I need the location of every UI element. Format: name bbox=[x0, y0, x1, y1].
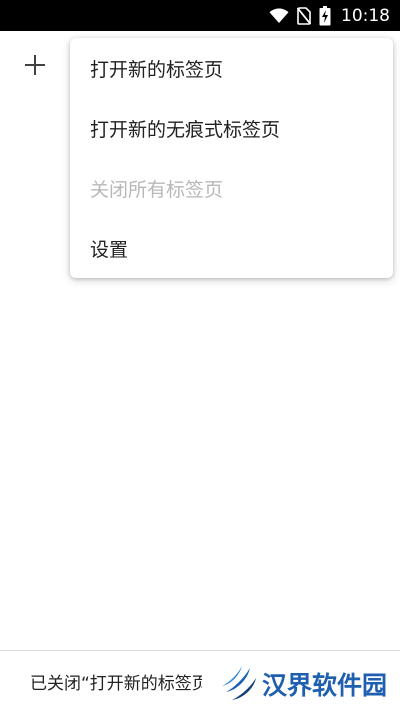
watermark-logo: 汉界软件园 bbox=[218, 662, 387, 706]
menu-item-close-all-tabs: 关闭所有标签页 bbox=[70, 158, 393, 218]
battery-charging-icon bbox=[319, 5, 331, 26]
watermark-text: 汉界软件园 bbox=[262, 671, 388, 700]
screen: 10:18 打开新的标签页 打开新的无痕式标签页 关闭所有标签页 设置 已关闭“… bbox=[0, 0, 400, 711]
no-sim-icon bbox=[297, 6, 311, 25]
status-bar: 10:18 bbox=[0, 0, 400, 31]
snackbar-message: 已关闭“打开新的标签页” bbox=[30, 673, 202, 694]
menu-item-label: 打开新的标签页 bbox=[90, 58, 224, 81]
menu-item-settings[interactable]: 设置 bbox=[70, 218, 393, 278]
menu-item-label: 关闭所有标签页 bbox=[90, 178, 224, 201]
menu-item-new-tab[interactable]: 打开新的标签页 bbox=[70, 38, 393, 98]
status-time: 10:18 bbox=[341, 5, 390, 26]
swoosh-logo-icon bbox=[218, 662, 258, 706]
menu-item-label: 设置 bbox=[90, 238, 129, 261]
menu-item-new-incognito-tab[interactable]: 打开新的无痕式标签页 bbox=[70, 98, 393, 158]
wifi-icon bbox=[269, 7, 289, 24]
menu-item-label: 打开新的无痕式标签页 bbox=[90, 118, 281, 141]
overflow-menu: 打开新的标签页 打开新的无痕式标签页 关闭所有标签页 设置 bbox=[70, 38, 393, 278]
plus-icon bbox=[24, 54, 46, 80]
new-tab-button[interactable] bbox=[20, 52, 50, 82]
